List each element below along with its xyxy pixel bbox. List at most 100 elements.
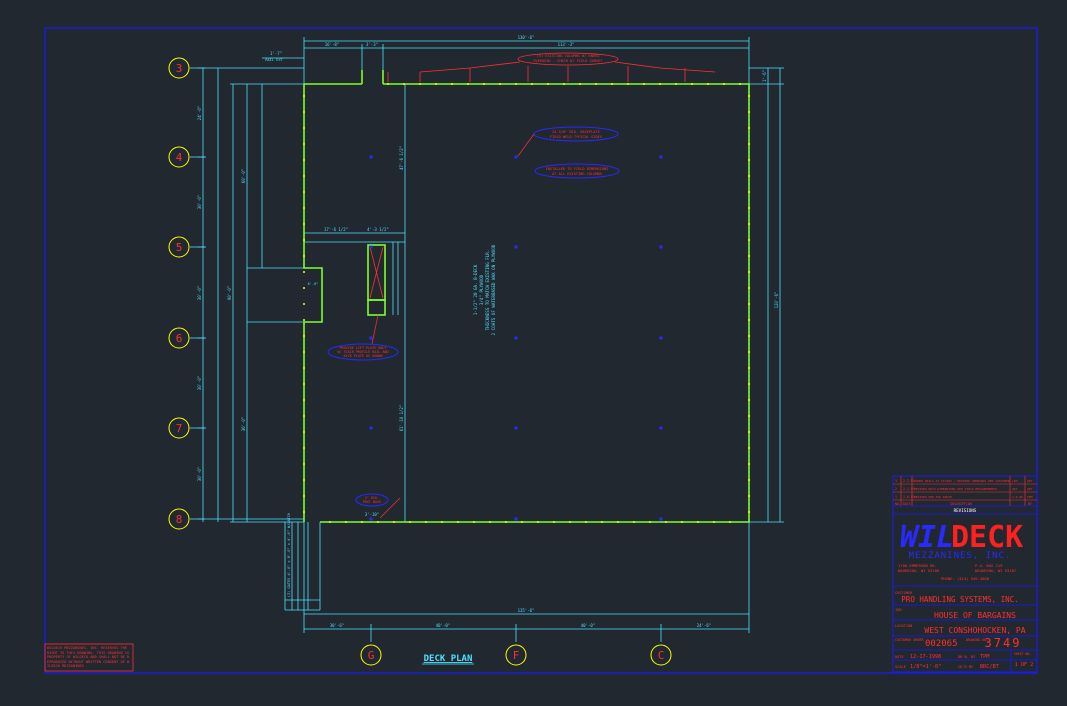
checked-label: CK'D BY: [958, 665, 974, 669]
rail-post: [665, 521, 667, 523]
dimension-lines: [190, 37, 784, 642]
rail-post: [361, 521, 363, 523]
rail-post: [457, 521, 459, 523]
rail-post: [403, 83, 405, 85]
rev-header-date: DATE: [903, 502, 911, 506]
rail-post: [505, 521, 507, 523]
rail-post: [303, 239, 305, 241]
deck-spec-line1: 1-1/2" 20 GA. B-DECK: [473, 264, 478, 315]
note-top-line1: (5) EXISTING COLUMNS W/ KNEES: [537, 54, 600, 58]
rail-post: [633, 521, 635, 523]
dim-left-5: 90'-0": [227, 286, 232, 300]
grid-bubble-label: 3: [176, 62, 183, 75]
dim-left-7: 36'-0": [241, 417, 246, 431]
grid-bubble-label: G: [368, 649, 375, 662]
rail-post: [377, 521, 379, 523]
dim-interior-3: 47'-6 1/2": [399, 146, 404, 170]
revision-row: 3 2-2-99 ADDED RAILS AT STAIRS / REVISED O…: [895, 479, 1033, 483]
rail-post: [303, 223, 305, 225]
date-label: DATE: [895, 655, 904, 659]
rail-post: [748, 383, 750, 385]
rail-post: [303, 159, 305, 161]
addr-left-2: WAUKESHA, WI 53186: [898, 568, 940, 573]
revision-cell: 2: [895, 487, 897, 491]
column-marker: [514, 426, 518, 430]
revision-row: 2 2-2-99 REVISED DECK DIMENSIONS PER FIELD…: [895, 487, 1033, 491]
rail-post: [435, 83, 437, 85]
rail-post: [739, 83, 741, 85]
rail-post: [611, 83, 613, 85]
drawn-by-label: DR'N. BY: [958, 655, 976, 659]
dim-left-1: 30'-0": [197, 195, 202, 209]
phone: PHONE: (414) 549-4000: [941, 576, 990, 581]
note-stair-line3: KICK PLATE AS SHOWN: [344, 354, 383, 358]
grid-bubble-8: 8: [168, 508, 190, 530]
columns: [369, 155, 663, 521]
rail-post: [601, 521, 603, 523]
cad-drawing-canvas: (5) EXISTING COLUMNS W/ KNEES OVERHEAD -…: [44, 27, 1038, 674]
rail-post: [303, 479, 305, 481]
rail-post: [303, 463, 305, 465]
grid-bubble-label: F: [513, 649, 520, 662]
rail-post: [748, 495, 750, 497]
rail-post: [748, 415, 750, 417]
note-post-line2: POST BASE: [363, 500, 381, 504]
revision-cell: 2-2-99: [903, 479, 915, 483]
rail-post: [303, 111, 305, 113]
rail-post: [627, 83, 629, 85]
rail-post: [547, 83, 549, 85]
dim-left-3: 30'-0": [197, 376, 202, 390]
dim-bottom-0: 30'-6": [330, 623, 344, 628]
grid-bubble-label: 8: [176, 513, 183, 526]
warning-text: WILDECK MEZZANINES, INC. RESERVES THE RI…: [47, 646, 130, 669]
grid-bubble-label: 6: [176, 332, 183, 345]
revision-cell: REVISED PER FAX ROUTE: [914, 495, 952, 499]
rev-header-desc: DESCRIPTION: [950, 502, 971, 506]
rail-post: [303, 175, 305, 177]
drawing-title: DECK PLAN: [424, 654, 473, 664]
dim-left-0: 24'-0": [197, 106, 202, 120]
note-ellipses: [327, 126, 620, 507]
rail-post: [748, 351, 750, 353]
rail-post: [303, 207, 305, 209]
column-marker: [369, 336, 373, 340]
dim-right-0: 1'-6": [762, 70, 767, 82]
rail-post: [303, 351, 305, 353]
rail-post: [579, 83, 581, 85]
rail-post: [393, 521, 395, 523]
rail-post: [303, 431, 305, 433]
dim-right-1: 120'-6": [774, 292, 779, 309]
rev-header-by: BY: [1028, 502, 1032, 506]
revision-cell: LIM: [1012, 479, 1018, 483]
rail-post: [748, 399, 750, 401]
rail-post: [303, 319, 305, 321]
rail-post: [303, 415, 305, 417]
dim-bottom-3: 24'-6": [697, 623, 711, 628]
rail-post: [303, 287, 305, 289]
note-leaders: [371, 133, 535, 519]
rail-post: [649, 521, 651, 523]
drawing-no-value: 3749: [985, 636, 1022, 650]
rail-post: [303, 495, 305, 497]
rail-post: [748, 287, 750, 289]
revision-cell: AKT: [1027, 487, 1033, 491]
grid-bubble-3: 3: [168, 57, 190, 79]
rail-post: [748, 335, 750, 337]
rail-post: [748, 207, 750, 209]
revision-cell: 3: [895, 479, 897, 483]
rail-post: [425, 521, 427, 523]
rail-post: [707, 83, 709, 85]
rail-post: [748, 303, 750, 305]
column-marker: [659, 517, 663, 521]
job-value: HOUSE OF BARGAINS: [934, 611, 1016, 620]
dim-bottom-1: 40'-0": [436, 623, 450, 628]
rail-post: [563, 83, 565, 85]
column-marker: [514, 336, 518, 340]
rail-post: [303, 399, 305, 401]
date-value: 12-17-1998: [910, 654, 941, 660]
rail-post: [303, 303, 305, 305]
rail-post: [748, 479, 750, 481]
dim-top-3: 130'-6": [518, 35, 535, 40]
rail-post: [748, 159, 750, 161]
rail-post: [729, 521, 731, 523]
